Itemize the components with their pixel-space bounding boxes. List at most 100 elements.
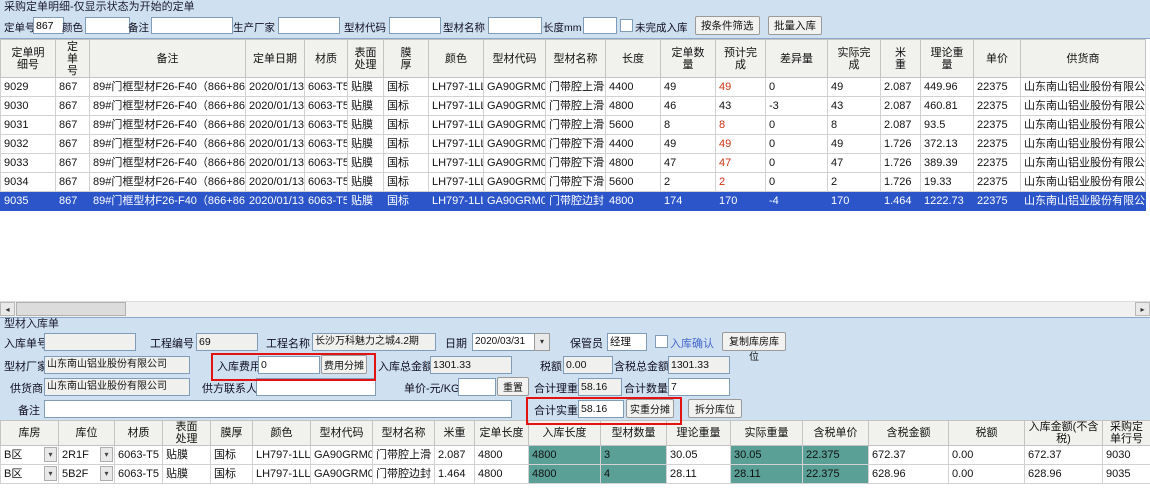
grid-cell[interactable]: 6063-T5 xyxy=(305,154,348,173)
grid-cell[interactable]: 国标 xyxy=(211,446,253,465)
column-header[interactable]: 入库长度 xyxy=(529,421,601,446)
grid-cell[interactable]: 449.96 xyxy=(921,78,974,97)
manufacturer-filter-input[interactable] xyxy=(278,17,340,34)
grid-cell[interactable]: 4400 xyxy=(606,135,661,154)
warehouse-dropdown-icon[interactable]: ▾ xyxy=(44,447,57,462)
grid-cell[interactable]: 22375 xyxy=(974,97,1021,116)
grid-cell[interactable]: 2 xyxy=(661,173,716,192)
grid-cell[interactable]: 5B2F▾ xyxy=(59,465,115,484)
grid-cell[interactable]: 4800 xyxy=(475,465,529,484)
grid-cell[interactable]: 2.087 xyxy=(881,78,921,97)
column-header[interactable]: 型材名称 xyxy=(373,421,435,446)
grid-cell[interactable]: 国标 xyxy=(384,135,429,154)
grid-cell[interactable]: 30.05 xyxy=(667,446,731,465)
grid-cell[interactable]: 2R1F▾ xyxy=(59,446,115,465)
reset-button[interactable]: 重置 xyxy=(497,377,529,396)
column-header[interactable]: 型材代码 xyxy=(311,421,373,446)
grid-cell[interactable]: 22.375 xyxy=(803,465,869,484)
grid-cell[interactable]: 6063-T5 xyxy=(115,446,163,465)
grid-cell[interactable]: 贴膜 xyxy=(163,465,211,484)
grid-cell[interactable]: 46 xyxy=(661,97,716,116)
grid-cell[interactable]: 89#门框型材F26-F40（866+867） xyxy=(90,97,246,116)
grid-cell[interactable]: 2020/01/13 xyxy=(246,116,305,135)
grid-cell[interactable]: 6063-T5 xyxy=(305,78,348,97)
grid-cell[interactable]: 672.37 xyxy=(1025,446,1103,465)
grid-cell[interactable]: 22375 xyxy=(974,154,1021,173)
grid-cell[interactable]: 9035 xyxy=(1103,465,1150,484)
split-location-button[interactable]: 拆分库位 xyxy=(688,399,742,418)
grid-cell[interactable]: 22375 xyxy=(974,135,1021,154)
grid-cell[interactable]: 9035 xyxy=(1,192,56,211)
grid-cell[interactable]: 5600 xyxy=(606,173,661,192)
grid-cell[interactable]: 0 xyxy=(766,135,828,154)
grid-cell[interactable]: 1222.73 xyxy=(921,192,974,211)
grid-cell[interactable]: 国标 xyxy=(384,173,429,192)
scroll-right-icon[interactable]: ▸ xyxy=(1135,302,1150,316)
grid-cell[interactable]: 30.05 xyxy=(731,446,803,465)
column-header[interactable]: 型材名称 xyxy=(546,40,606,78)
grid-cell[interactable]: 49 xyxy=(828,78,881,97)
column-header[interactable]: 膜厚 xyxy=(384,40,429,78)
column-header[interactable]: 含税金额 xyxy=(869,421,949,446)
notes-field[interactable] xyxy=(44,400,512,418)
table-row[interactable]: 902986789#门框型材F26-F40（866+867）2020/01/13… xyxy=(1,78,1146,97)
location-dropdown-icon[interactable]: ▾ xyxy=(100,466,113,481)
grid-cell[interactable]: 0 xyxy=(766,154,828,173)
table-row[interactable]: 903586789#门框型材F26-F40（866+867）2020/01/13… xyxy=(1,192,1146,211)
grid-cell[interactable]: 0 xyxy=(766,116,828,135)
grid-cell[interactable]: 贴膜 xyxy=(163,446,211,465)
grid-cell[interactable]: 贴膜 xyxy=(348,173,384,192)
grid-cell[interactable]: 4800 xyxy=(606,154,661,173)
grid-cell[interactable]: 3 xyxy=(601,446,667,465)
column-header[interactable]: 米重 xyxy=(881,40,921,78)
grid-cell[interactable]: 89#门框型材F26-F40（866+867） xyxy=(90,154,246,173)
grid-cell[interactable]: 19.33 xyxy=(921,173,974,192)
grid-cell[interactable]: 6063-T5 xyxy=(305,135,348,154)
column-header[interactable]: 米重 xyxy=(435,421,475,446)
grid-cell[interactable]: 4800 xyxy=(606,192,661,211)
grid-cell[interactable]: LH797-1LL0 xyxy=(429,97,484,116)
grid-cell[interactable]: 628.96 xyxy=(1025,465,1103,484)
batch-inbound-button[interactable]: 批量入库 xyxy=(768,16,822,35)
column-header[interactable]: 定单明细号 xyxy=(1,40,56,78)
grid-cell[interactable]: 4 xyxy=(601,465,667,484)
column-header[interactable]: 型材代码 xyxy=(484,40,546,78)
grid-cell[interactable]: 门带腔上滑 xyxy=(373,446,435,465)
grid-cell[interactable]: 山东南山铝业股份有限公司 xyxy=(1021,135,1146,154)
grid-cell[interactable]: 867 xyxy=(56,116,90,135)
grid-cell[interactable]: 89#门框型材F26-F40（866+867） xyxy=(90,135,246,154)
grid-cell[interactable]: 9030 xyxy=(1,97,56,116)
column-header[interactable]: 差异量 xyxy=(766,40,828,78)
profile-name-filter-input[interactable] xyxy=(488,17,542,34)
column-header[interactable]: 单价 xyxy=(974,40,1021,78)
grid-cell[interactable]: 门带腔下滑 xyxy=(546,154,606,173)
column-header[interactable]: 库房 xyxy=(1,421,59,446)
remark-filter-input[interactable] xyxy=(151,17,233,34)
grid-cell[interactable]: 国标 xyxy=(384,78,429,97)
grid-cell[interactable]: LH797-1LL0 xyxy=(429,135,484,154)
grid-cell[interactable]: 门带腔上滑 xyxy=(546,78,606,97)
grid-cell[interactable]: 8 xyxy=(661,116,716,135)
grid-cell[interactable]: 门带腔下滑 xyxy=(546,173,606,192)
grid-cell[interactable]: 贴膜 xyxy=(348,116,384,135)
grid-cell[interactable]: 6063-T5 xyxy=(305,192,348,211)
grid-cell[interactable]: 9030 xyxy=(1103,446,1150,465)
grid-cell[interactable]: 4800 xyxy=(529,465,601,484)
grid-cell[interactable]: 0 xyxy=(766,173,828,192)
grid-cell[interactable]: 49 xyxy=(661,78,716,97)
grid-cell[interactable]: GA90GRM03 xyxy=(484,116,546,135)
column-header[interactable]: 实际完成 xyxy=(828,40,881,78)
warehouse-dropdown-icon[interactable]: ▾ xyxy=(44,466,57,481)
grid-cell[interactable]: 2.087 xyxy=(435,446,475,465)
grid-cell[interactable]: 山东南山铝业股份有限公司 xyxy=(1021,97,1146,116)
grid-cell[interactable]: 93.5 xyxy=(921,116,974,135)
supplier-contact-field[interactable] xyxy=(256,378,376,396)
grid-cell[interactable]: 2020/01/13 xyxy=(246,135,305,154)
column-header[interactable]: 表面处理 xyxy=(348,40,384,78)
grid-cell[interactable]: 170 xyxy=(828,192,881,211)
grid-cell[interactable]: 5600 xyxy=(606,116,661,135)
grid-cell[interactable]: 47 xyxy=(716,154,766,173)
grid-cell[interactable]: B区▾ xyxy=(1,465,59,484)
grid-cell[interactable]: GA90GRM03 xyxy=(484,97,546,116)
grid-cell[interactable]: 170 xyxy=(716,192,766,211)
